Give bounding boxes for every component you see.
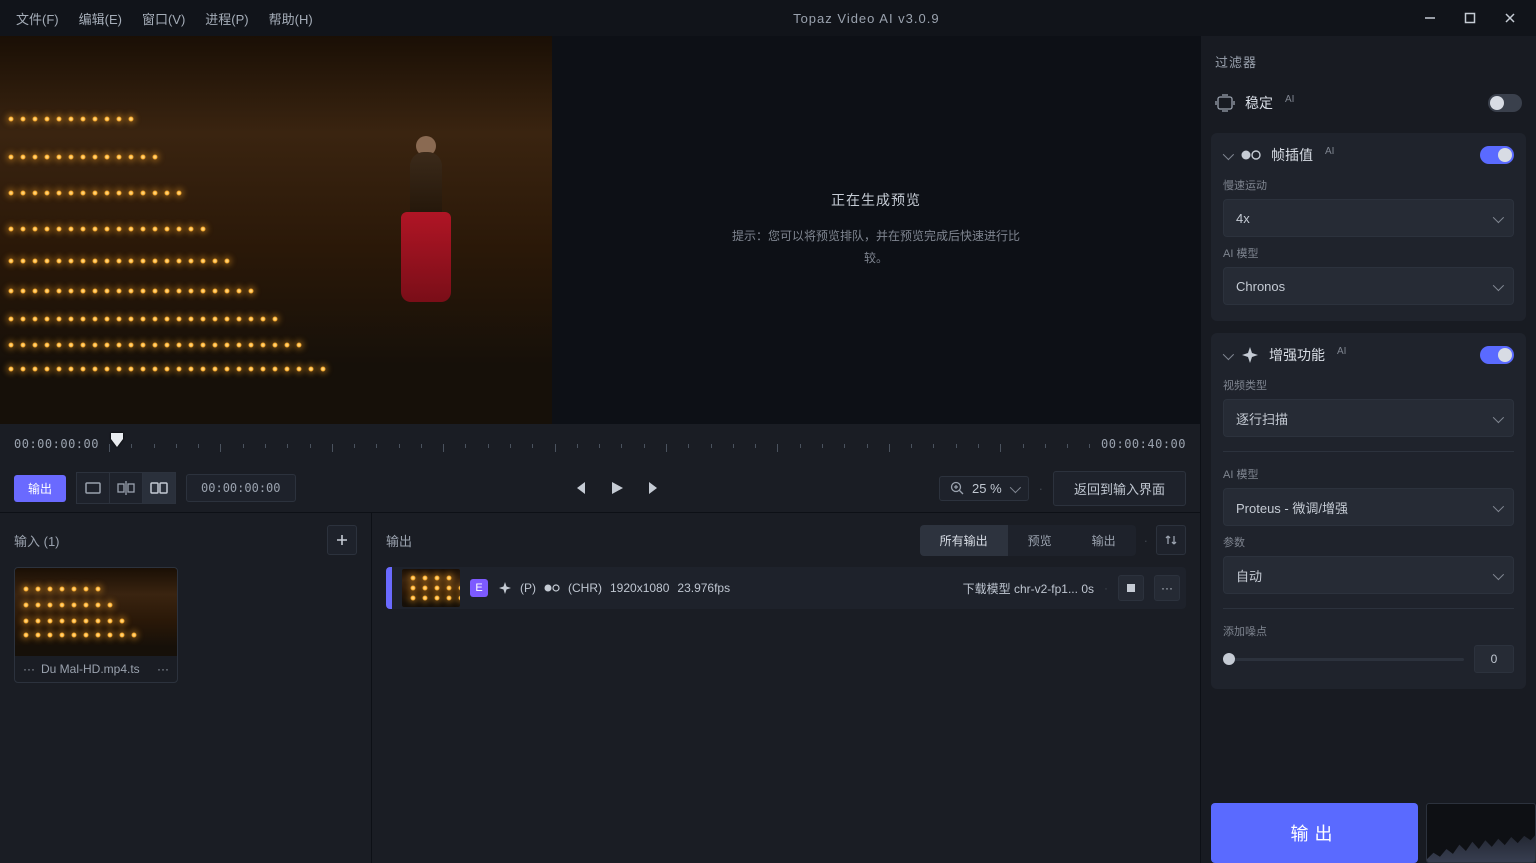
chevron-down-icon — [1493, 568, 1501, 583]
tab-preview[interactable]: 预览 — [1008, 525, 1072, 556]
input-pane: 输入 (1) ··· Du Mal-HD.mp4.ts ··· — [0, 513, 372, 863]
input-thumbnail — [15, 568, 177, 656]
add-input-button[interactable] — [327, 525, 357, 555]
window-controls — [1412, 4, 1528, 32]
maximize-icon[interactable] — [1452, 4, 1488, 32]
video-frame — [0, 36, 552, 424]
chevron-down-icon[interactable] — [1223, 148, 1231, 163]
noise-slider[interactable] — [1223, 658, 1464, 661]
chevron-down-icon[interactable] — [1223, 348, 1231, 363]
tab-all-output[interactable]: 所有输出 — [920, 525, 1008, 556]
menu-window[interactable]: 窗口(V) — [134, 5, 193, 32]
filters-title: 过滤器 — [1201, 36, 1536, 79]
params-select[interactable]: 自动 — [1223, 556, 1514, 594]
preview-area: 正在生成预览 提示：您可以将预览排队，并在预览完成后快速进行比较。 — [0, 36, 1200, 424]
close-icon[interactable] — [1492, 4, 1528, 32]
chevron-down-icon — [1010, 481, 1018, 496]
view-side-icon[interactable] — [142, 472, 176, 504]
minimize-icon[interactable] — [1412, 4, 1448, 32]
menu-bar: 文件(F) 编辑(E) 窗口(V) 进程(P) 帮助(H) — [8, 5, 321, 32]
menu-edit[interactable]: 编辑(E) — [71, 5, 130, 32]
timecode-start: 00:00:00:00 — [14, 437, 99, 451]
chevron-down-icon — [1493, 500, 1501, 515]
app-title: Topaz Video AI v3.0.9 — [321, 11, 1412, 26]
output-row[interactable]: E (P) (CHR) 1920x1080 23.976fps 下载模型 chr… — [386, 567, 1186, 609]
step-forward-icon[interactable] — [647, 480, 663, 496]
enhance-label: 增强功能 — [1269, 345, 1325, 365]
menu-file[interactable]: 文件(F) — [8, 5, 67, 32]
chevron-down-icon — [1493, 279, 1501, 294]
generating-tip: 提示：您可以将预览排队，并在预览完成后快速进行比较。 — [726, 226, 1026, 269]
stabilize-icon — [1215, 94, 1235, 112]
menu-process[interactable]: 进程(P) — [197, 5, 256, 32]
export-button[interactable]: 输出 — [1211, 803, 1418, 863]
cancel-job-button[interactable] — [1118, 575, 1144, 601]
output-status-text: 下载模型 chr-v2-fp1... 0s — [963, 580, 1094, 597]
generating-label: 正在生成预览 — [831, 190, 921, 210]
input-item[interactable]: ··· Du Mal-HD.mp4.ts ··· — [14, 567, 178, 683]
video-type-label: 视频类型 — [1223, 377, 1514, 393]
enhance-badge: E — [470, 579, 488, 597]
interp-icon — [1241, 148, 1261, 162]
timeline[interactable]: 00:00:00:00 00:00:40:00 — [0, 424, 1200, 464]
output-mark-button[interactable]: 输出 — [14, 475, 66, 502]
noise-value[interactable]: 0 — [1474, 645, 1514, 673]
filters-sidebar: 过滤器 稳定 AI 帧插值 AI 慢速运动 4x — [1200, 36, 1536, 863]
menu-help[interactable]: 帮助(H) — [261, 5, 321, 32]
stabilize-toggle[interactable] — [1488, 94, 1522, 112]
histogram-scope[interactable] — [1426, 803, 1536, 863]
input-filename: Du Mal-HD.mp4.ts — [41, 662, 140, 676]
interp-model-label: AI 模型 — [1223, 245, 1514, 261]
interp-toggle[interactable] — [1480, 146, 1514, 164]
input-pane-title: 输入 (1) — [14, 531, 60, 550]
view-split-icon[interactable] — [109, 472, 143, 504]
view-single-icon[interactable] — [76, 472, 110, 504]
preview-status: 正在生成预览 提示：您可以将预览排队，并在预览完成后快速进行比较。 — [552, 36, 1200, 424]
timeline-track[interactable] — [109, 432, 1091, 456]
interp-model-select[interactable]: Chronos — [1223, 267, 1514, 305]
filter-interp-group: 帧插值 AI 慢速运动 4x AI 模型 Chronos — [1211, 133, 1526, 321]
back-to-input-button[interactable]: 返回到输入界面 — [1053, 471, 1186, 506]
transport-bar: 输出 00:00:00:00 25 % · 返回到输入界面 — [0, 464, 1200, 512]
noise-label: 添加噪点 — [1223, 623, 1514, 639]
enhance-toggle[interactable] — [1480, 346, 1514, 364]
chevron-down-icon — [1493, 411, 1501, 426]
slow-motion-select[interactable]: 4x — [1223, 199, 1514, 237]
output-proteus-tag: (P) — [520, 581, 536, 595]
stabilize-label: 稳定 — [1245, 93, 1273, 113]
row-more-button[interactable]: ··· — [1154, 575, 1180, 601]
main-area: 正在生成预览 提示：您可以将预览排队，并在预览完成后快速进行比较。 00:00:… — [0, 36, 1200, 863]
sparkle-icon — [1241, 346, 1259, 364]
more-icon[interactable]: ··· — [157, 662, 169, 676]
sparkle-icon — [498, 581, 512, 595]
filter-enhance-group: 增强功能 AI 视频类型 逐行扫描 AI 模型 Proteus - 微调/增强 … — [1211, 333, 1526, 689]
interp-label: 帧插值 — [1271, 145, 1313, 165]
output-thumbnail — [402, 569, 460, 607]
filter-stabilize: 稳定 AI — [1201, 79, 1536, 127]
output-pane: 输出 所有输出 预览 输出 · E — [372, 513, 1200, 863]
video-type-select[interactable]: 逐行扫描 — [1223, 399, 1514, 437]
enhance-model-select[interactable]: Proteus - 微调/增强 — [1223, 488, 1514, 526]
timecode-current[interactable]: 00:00:00:00 — [186, 474, 295, 502]
chevron-down-icon — [1493, 211, 1501, 226]
zoom-value: 25 % — [972, 481, 1002, 496]
slow-motion-label: 慢速运动 — [1223, 177, 1514, 193]
tab-output[interactable]: 输出 — [1072, 525, 1136, 556]
enhance-model-label: AI 模型 — [1223, 466, 1514, 482]
more-icon[interactable]: ··· — [23, 662, 35, 676]
preview-video[interactable] — [0, 36, 552, 424]
output-fps: 23.976fps — [677, 581, 730, 595]
titlebar: 文件(F) 编辑(E) 窗口(V) 进程(P) 帮助(H) Topaz Vide… — [0, 0, 1536, 36]
output-resolution: 1920x1080 — [610, 581, 669, 595]
zoom-icon — [950, 481, 964, 495]
step-back-icon[interactable] — [571, 480, 587, 496]
output-chronos-tag: (CHR) — [568, 581, 602, 595]
timecode-end: 00:00:40:00 — [1101, 437, 1186, 451]
sort-button[interactable] — [1156, 525, 1186, 555]
zoom-select[interactable]: 25 % — [939, 476, 1029, 501]
params-label: 参数 — [1223, 534, 1514, 550]
interp-icon — [544, 583, 560, 593]
output-pane-title: 输出 — [386, 531, 412, 550]
play-icon[interactable] — [609, 480, 625, 496]
